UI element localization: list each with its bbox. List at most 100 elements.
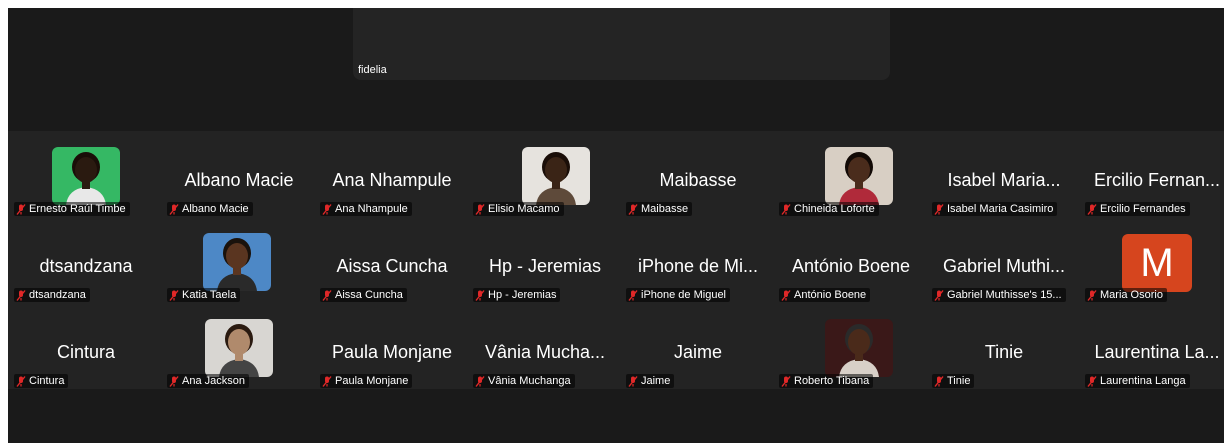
mic-muted-icon [781, 203, 791, 215]
participant-display-name: Vânia Mucha... [484, 342, 606, 362]
participant-name-label: António Boene [779, 288, 871, 302]
participant-name: Jaime [641, 375, 671, 387]
participant-display-name: dtsandzana [39, 256, 133, 276]
participant-name-label: Laurentina Langa [1085, 374, 1190, 388]
participant-name-label: Cintura [14, 374, 69, 388]
participant-tile[interactable]: Gabriel Muthi... Gabriel Muthisse's 15... [928, 224, 1080, 310]
participant-display-name: António Boene [791, 256, 911, 276]
participant-name: Roberto Tibana [794, 375, 870, 387]
participant-tile[interactable]: Albano Macie Albano Macie [163, 138, 315, 224]
participant-name: Maibasse [641, 203, 689, 215]
participant-name-label: Hp - Jeremias [473, 288, 561, 302]
participant-name-label: Maria Osorio [1085, 288, 1167, 302]
participant-tile[interactable]: Hp - Jeremias Hp - Jeremias [469, 224, 621, 310]
participant-name: Cintura [29, 375, 65, 387]
participant-display-name: iPhone de Mi... [637, 256, 759, 276]
participant-display-name: Gabriel Muthi... [942, 256, 1066, 276]
participant-tile[interactable]: Aissa Cuncha Aissa Cuncha [316, 224, 468, 310]
participant-video [203, 233, 271, 291]
participant-video [825, 319, 893, 377]
participant-name: Ana Nhampule [335, 203, 408, 215]
mic-muted-icon [475, 289, 485, 301]
participant-name-label: Elisio Macamo [473, 202, 564, 216]
mic-muted-icon [16, 289, 26, 301]
participant-display-name: Albano Macie [184, 170, 294, 190]
participant-display-name: Laurentina La... [1094, 342, 1220, 362]
participant-name: Chineida Loforte [794, 203, 875, 215]
participant-name-label: Katia Taela [167, 288, 241, 302]
participant-name: Ercilio Fernandes [1100, 203, 1186, 215]
participant-tile[interactable]: dtsandzana dtsandzana [10, 224, 162, 310]
participant-video [522, 147, 590, 205]
participant-tile[interactable]: Isabel Maria... Isabel Maria Casimiro [928, 138, 1080, 224]
participant-tile[interactable]: Cintura Cintura [10, 310, 162, 396]
participant-name-label: Maibasse [626, 202, 693, 216]
mic-muted-icon [628, 289, 638, 301]
mic-muted-icon [934, 375, 944, 387]
participant-tile[interactable]: Ana Jackson [163, 310, 315, 396]
participant-tile[interactable]: iPhone de Mi... iPhone de Miguel [622, 224, 774, 310]
participant-name-label: Tinie [932, 374, 975, 388]
mic-muted-icon [934, 203, 944, 215]
participant-tile[interactable]: Roberto Tibana [775, 310, 927, 396]
mic-muted-icon [1087, 375, 1097, 387]
participant-display-name: Hp - Jeremias [488, 256, 602, 276]
participant-name: Laurentina Langa [1100, 375, 1186, 387]
participant-name-label: iPhone de Miguel [626, 288, 731, 302]
participant-tile[interactable]: Katia Taela [163, 224, 315, 310]
participant-name-label: Chineida Loforte [779, 202, 879, 216]
mic-muted-icon [322, 289, 332, 301]
mic-muted-icon [475, 375, 485, 387]
participant-tile[interactable]: Ernesto Raúl Timbe [10, 138, 162, 224]
participant-display-name: Isabel Maria... [947, 170, 1061, 190]
participant-display-name: Cintura [56, 342, 116, 362]
mic-muted-icon [781, 289, 791, 301]
participant-tile[interactable]: Tinie Tinie [928, 310, 1080, 396]
participant-video [825, 147, 893, 205]
active-speaker-video[interactable]: fidelia [353, 8, 890, 80]
mic-muted-icon [169, 375, 179, 387]
participant-tile[interactable]: Maibasse Maibasse [622, 138, 774, 224]
mic-muted-icon [1087, 289, 1097, 301]
participant-display-name: Tinie [984, 342, 1024, 362]
participant-name: Albano Macie [182, 203, 249, 215]
participant-tile[interactable]: Laurentina La... Laurentina Langa [1081, 310, 1224, 396]
participant-name: iPhone de Miguel [641, 289, 727, 301]
participant-tile[interactable]: Vânia Mucha... Vânia Muchanga [469, 310, 621, 396]
participant-tile[interactable]: António Boene António Boene [775, 224, 927, 310]
person-silhouette-icon [66, 152, 106, 205]
person-silhouette-icon [217, 238, 257, 291]
mic-muted-icon [322, 203, 332, 215]
participant-display-name: Aissa Cuncha [336, 256, 448, 276]
mic-muted-icon [628, 203, 638, 215]
mic-muted-icon [169, 203, 179, 215]
participant-name: Tinie [947, 375, 971, 387]
participant-name-label: Gabriel Muthisse's 15... [932, 288, 1066, 302]
participant-name-label: dtsandzana [14, 288, 90, 302]
participant-display-name: Ana Nhampule [332, 170, 452, 190]
participant-name: Gabriel Muthisse's 15... [947, 289, 1062, 301]
participant-name: dtsandzana [29, 289, 86, 301]
person-silhouette-icon [839, 324, 879, 377]
mic-muted-icon [475, 203, 485, 215]
participant-tile[interactable]: Chineida Loforte [775, 138, 927, 224]
participant-tile[interactable]: Jaime Jaime [622, 310, 774, 396]
participant-video [205, 319, 273, 377]
participant-tile[interactable]: Paula Monjane Paula Monjane [316, 310, 468, 396]
participant-tile[interactable]: Elisio Macamo [469, 138, 621, 224]
participant-name: Hp - Jeremias [488, 289, 557, 301]
avatar-monogram: M [1122, 234, 1192, 292]
participant-tile[interactable]: M Maria Osorio [1081, 224, 1224, 310]
participant-name-label: Roberto Tibana [779, 374, 874, 388]
mic-muted-icon [16, 375, 26, 387]
mic-muted-icon [934, 289, 944, 301]
participant-tile[interactable]: Ana Nhampule Ana Nhampule [316, 138, 468, 224]
participant-tile[interactable]: Ercilio Fernan... Ercilio Fernandes [1081, 138, 1224, 224]
participant-name: Aissa Cuncha [335, 289, 403, 301]
active-speaker-name: fidelia [358, 64, 387, 76]
gallery-strip: Ernesto Raúl Timbe Albano Macie Albano Mac… [8, 131, 1224, 389]
participant-display-name: Ercilio Fernan... [1093, 170, 1221, 190]
participant-name: Maria Osorio [1100, 289, 1163, 301]
participant-name-label: Paula Monjane [320, 374, 413, 388]
participant-name-label: Ana Jackson [167, 374, 249, 388]
